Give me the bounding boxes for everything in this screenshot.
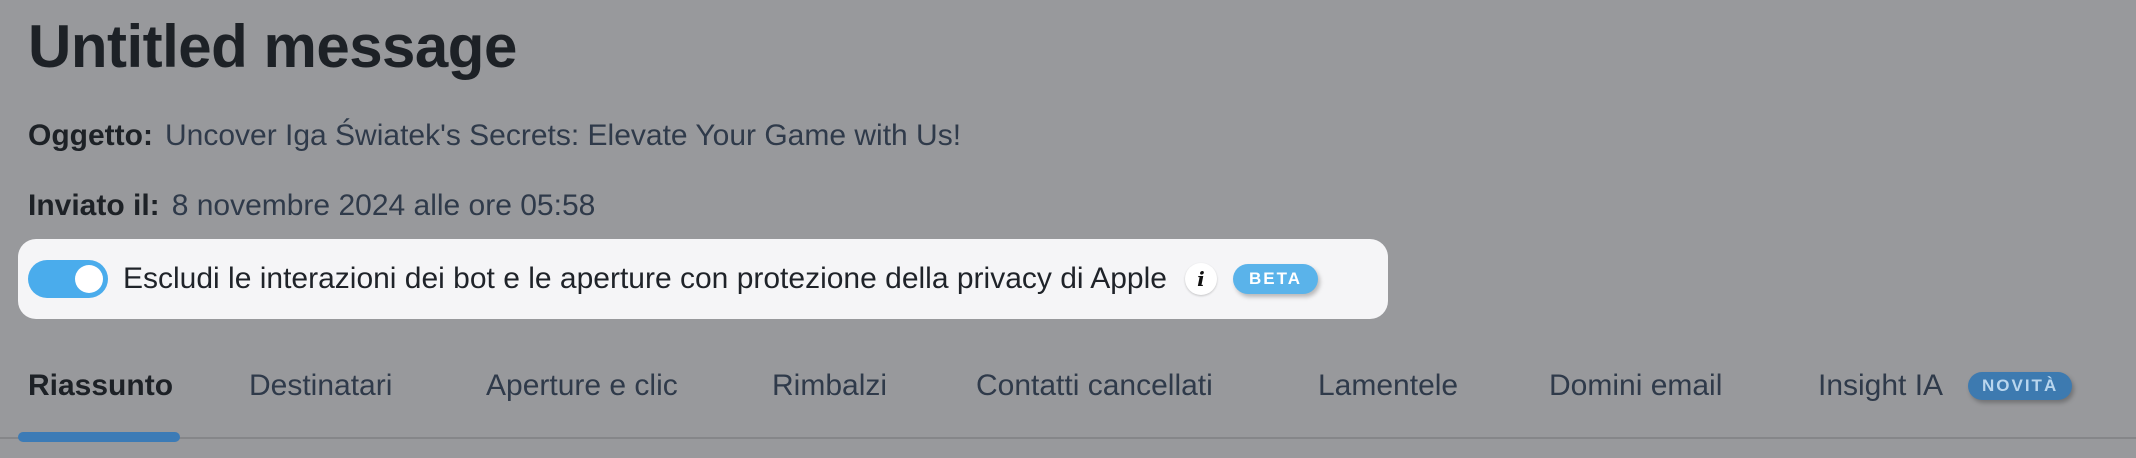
subject-value: Uncover Iga Światek's Secrets: Elevate Y… <box>164 119 962 152</box>
sent-row: Inviato il: 8 novembre 2024 alle ore 05:5… <box>28 186 595 226</box>
info-icon[interactable]: i <box>1184 263 1217 295</box>
tab-domini-email[interactable]: Domini email <box>1549 366 1722 406</box>
report-tabs: Riassunto Destinatari Aperture e clic Ri… <box>0 360 2136 442</box>
tab-rimbalzi[interactable]: Rimbalzi <box>772 366 887 406</box>
tab-insight-ia[interactable]: Insight IA <box>1818 366 1943 406</box>
subject-label: Oggetto: <box>28 119 153 152</box>
tab-lamentele[interactable]: Lamentele <box>1318 366 1458 406</box>
sent-value: 8 novembre 2024 alle ore 05:58 <box>171 189 596 222</box>
tab-riassunto[interactable]: Riassunto <box>28 366 173 406</box>
privacy-toggle[interactable] <box>28 260 108 298</box>
tabs-divider <box>0 437 2136 439</box>
page-title: Untitled message <box>28 13 517 80</box>
privacy-toggle-label: Escludi le interazioni dei bot e le aper… <box>123 262 1167 295</box>
tab-aperture-e-clic[interactable]: Aperture e clic <box>486 366 678 406</box>
beta-badge: BETA <box>1232 264 1318 294</box>
privacy-filter-panel: Escludi le interazioni dei bot e le aper… <box>18 239 1388 319</box>
subject-row: Oggetto: Uncover Iga Światek's Secrets: E… <box>28 116 961 156</box>
info-icon-glyph: i <box>1197 267 1205 291</box>
active-tab-indicator <box>18 432 180 442</box>
new-badge: NOVITÀ <box>1968 372 2073 400</box>
toggle-knob <box>75 265 103 293</box>
tab-contatti-cancellati[interactable]: Contatti cancellati <box>976 366 1213 406</box>
sent-label: Inviato il: <box>28 189 160 222</box>
tab-destinatari[interactable]: Destinatari <box>249 366 392 406</box>
